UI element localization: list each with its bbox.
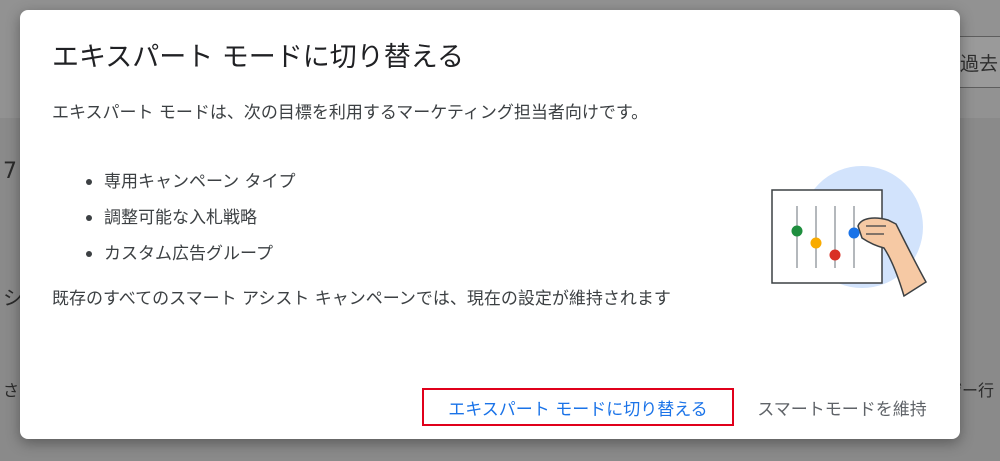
dialog-description: エキスパート モードは、次の目標を利用するマーケティング担当者向けです。	[52, 103, 649, 123]
feature-label: 専用キャンペーン タイプ	[104, 172, 296, 192]
switch-to-expert-mode-button[interactable]: エキスパート モードに切り替える	[422, 388, 734, 426]
background-fragment-sa: さ	[3, 381, 20, 400]
feature-list: 専用キャンペーン タイプ 調整可能な入札戦略 カスタム広告グループ	[86, 170, 296, 278]
dialog-note: 既存のすべてのスマート アシスト キャンペーンでは、現在の設定が維持されます	[52, 289, 671, 309]
feature-label: カスタム広告グループ	[104, 244, 273, 264]
bullet-dot	[86, 251, 92, 257]
feature-item: カスタム広告グループ	[86, 242, 296, 278]
feature-item: 調整可能な入札戦略	[86, 206, 296, 242]
keep-smart-mode-button[interactable]: スマートモードを維持	[746, 390, 938, 424]
slider-knob-red	[829, 249, 841, 261]
dialog-title: エキスパート モードに切り替える	[52, 42, 464, 73]
switch-mode-dialog: エキスパート モードに切り替える エキスパート モードは、次の目標を利用するマー…	[20, 10, 960, 439]
feature-label: 調整可能な入札戦略	[104, 208, 257, 228]
slider-knob-blue	[848, 227, 860, 239]
slider-knob-green	[791, 225, 803, 237]
background-period-label: 過去	[960, 53, 999, 75]
slider-knob-yellow	[810, 237, 822, 249]
feature-item: 専用キャンペーン タイプ	[86, 170, 296, 206]
slider-adjust-hand-illustration	[771, 166, 927, 298]
bullet-dot	[86, 179, 92, 185]
background-fragment-number: 7	[3, 159, 17, 184]
bullet-dot	[86, 215, 92, 221]
